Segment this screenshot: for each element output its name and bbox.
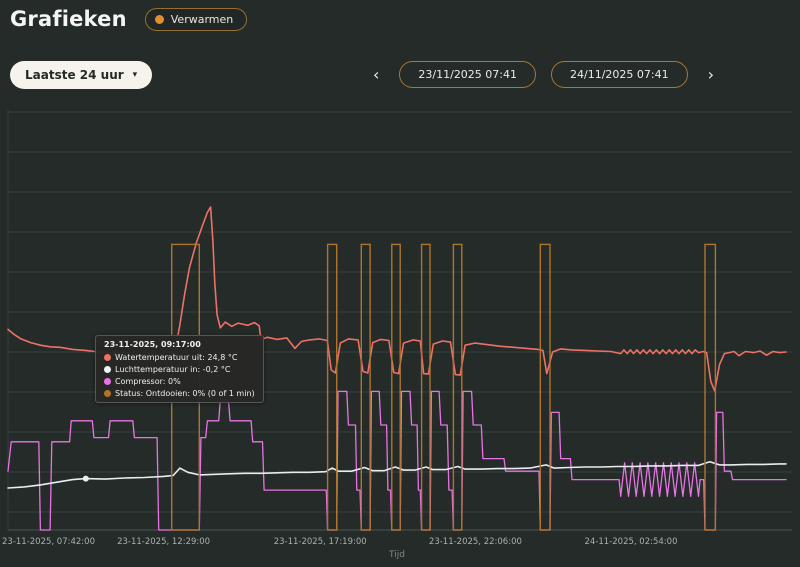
tooltip-row: Watertemperatuur uit: 24,8 °C (96, 351, 263, 363)
x-tick-label: 23-11-2025, 12:29:00 (117, 537, 210, 547)
tooltip-row-label: Compressor: 0% (115, 376, 181, 386)
tooltip-row-label: Watertemperatuur uit: 24,8 °C (115, 352, 238, 362)
tooltip-row-label: Luchttemperatuur in: -0,2 °C (115, 364, 231, 374)
series-dot-icon (104, 353, 111, 361)
defrost-interval (420, 243, 431, 531)
chart[interactable]: 23-11-2025, 07:42:00 23-11-2025, 12:29:00… (0, 0, 800, 567)
series-dot-icon (104, 377, 111, 385)
x-axis-title: Tijd (388, 550, 405, 560)
series-dot-icon (104, 365, 111, 373)
tooltip-row: Luchttemperatuur in: -0,2 °C (96, 363, 263, 375)
tooltip-row: Status: Ontdooien: 0% (0 of 1 min) (96, 387, 263, 399)
defrost-interval (391, 243, 401, 531)
defrost-interval (326, 243, 338, 531)
tooltip-timestamp: 23-11-2025, 09:17:00 (104, 340, 201, 349)
hover-marker (82, 475, 89, 482)
defrost-interval (452, 243, 463, 531)
defrost-interval (539, 243, 551, 531)
x-tick-label: 24-11-2025, 02:54:00 (585, 537, 678, 547)
x-tick-label: 23-11-2025, 17:19:00 (274, 537, 367, 547)
defrost-interval (360, 243, 371, 531)
chart-tooltip: 23-11-2025, 09:17:00 Watertemperatuur ui… (95, 335, 264, 403)
tooltip-rows: Watertemperatuur uit: 24,8 °C Luchttemper… (96, 351, 263, 399)
series-dot-icon (104, 389, 111, 397)
series-compressor (7, 390, 787, 531)
tooltip-row-label: Status: Ontdooien: 0% (0 of 1 min) (115, 388, 255, 398)
x-tick-label: 23-11-2025, 22:06:00 (429, 537, 522, 547)
tooltip-row: Compressor: 0% (96, 375, 263, 387)
x-tick-label: 23-11-2025, 07:42:00 (2, 537, 95, 547)
